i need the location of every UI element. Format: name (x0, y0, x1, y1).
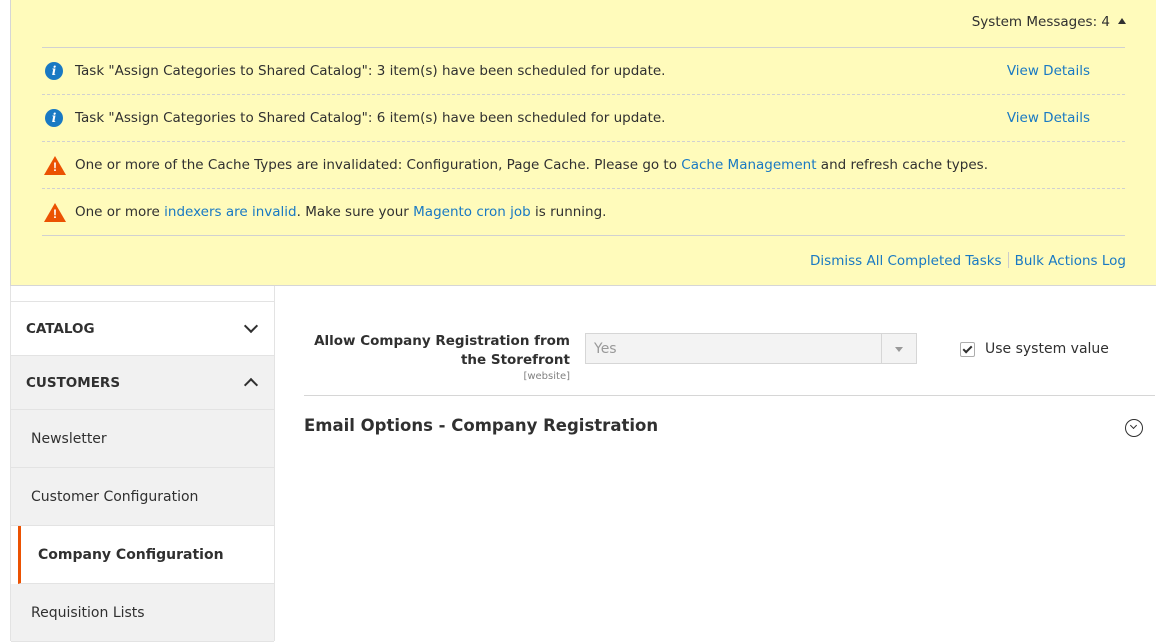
message-item: ! One or more indexers are invalid. Make… (42, 189, 1125, 235)
use-system-value-checkbox[interactable]: Use system value (960, 341, 1109, 357)
sidebar-section-catalog[interactable]: CATALOG (11, 302, 274, 356)
warning-icon: ! (44, 155, 66, 175)
view-details-link[interactable]: View Details (1007, 110, 1090, 126)
divider (304, 395, 1155, 396)
view-details-link[interactable]: View Details (1007, 63, 1090, 79)
message-item: i Task "Assign Categories to Shared Cata… (42, 48, 1125, 95)
info-icon: i (45, 62, 63, 80)
chevron-up-icon (243, 377, 259, 393)
message-item: i Task "Assign Categories to Shared Cata… (42, 95, 1125, 142)
field-row: Allow Company Registration from the Stor… (304, 332, 1155, 392)
message-item: ! One or more of the Cache Types are inv… (42, 142, 1125, 189)
dismiss-all-link[interactable]: Dismiss All Completed Tasks (810, 253, 1002, 269)
dropdown-arrow-icon (881, 334, 916, 363)
checkbox-checked-icon[interactable] (960, 341, 975, 357)
sidebar-item-requisition-lists[interactable]: Requisition Lists (11, 584, 274, 642)
system-messages-panel: System Messages: 4 i Task "Assign Catego… (10, 0, 1156, 286)
warning-icon: ! (44, 202, 66, 222)
field-label: Allow Company Registration from the Stor… (304, 332, 570, 384)
indexers-link[interactable]: indexers are invalid (164, 204, 296, 220)
bulk-actions-log-link[interactable]: Bulk Actions Log (1015, 253, 1126, 269)
sidebar-item-newsletter[interactable]: Newsletter (11, 410, 274, 468)
section-email-options[interactable]: Email Options - Company Registration (304, 416, 658, 435)
caret-up-icon (1118, 18, 1126, 24)
config-sidebar: CATALOG CUSTOMERS Newsletter Customer Co… (10, 285, 275, 642)
info-icon: i (45, 109, 63, 127)
scope-label: [website] (523, 371, 570, 382)
divider (1007, 252, 1009, 268)
sidebar-item-customer-configuration[interactable]: Customer Configuration (11, 468, 274, 526)
cron-job-link[interactable]: Magento cron job (413, 204, 531, 220)
cache-management-link[interactable]: Cache Management (681, 157, 816, 173)
chevron-down-icon (243, 318, 259, 334)
allow-registration-select[interactable]: Yes (585, 333, 917, 364)
system-messages-toggle[interactable]: System Messages: 4 (972, 14, 1126, 30)
expand-circle-icon[interactable] (1125, 419, 1143, 437)
sidebar-item-company-configuration[interactable]: Company Configuration (18, 526, 274, 584)
sidebar-section-customers[interactable]: CUSTOMERS (11, 356, 274, 410)
